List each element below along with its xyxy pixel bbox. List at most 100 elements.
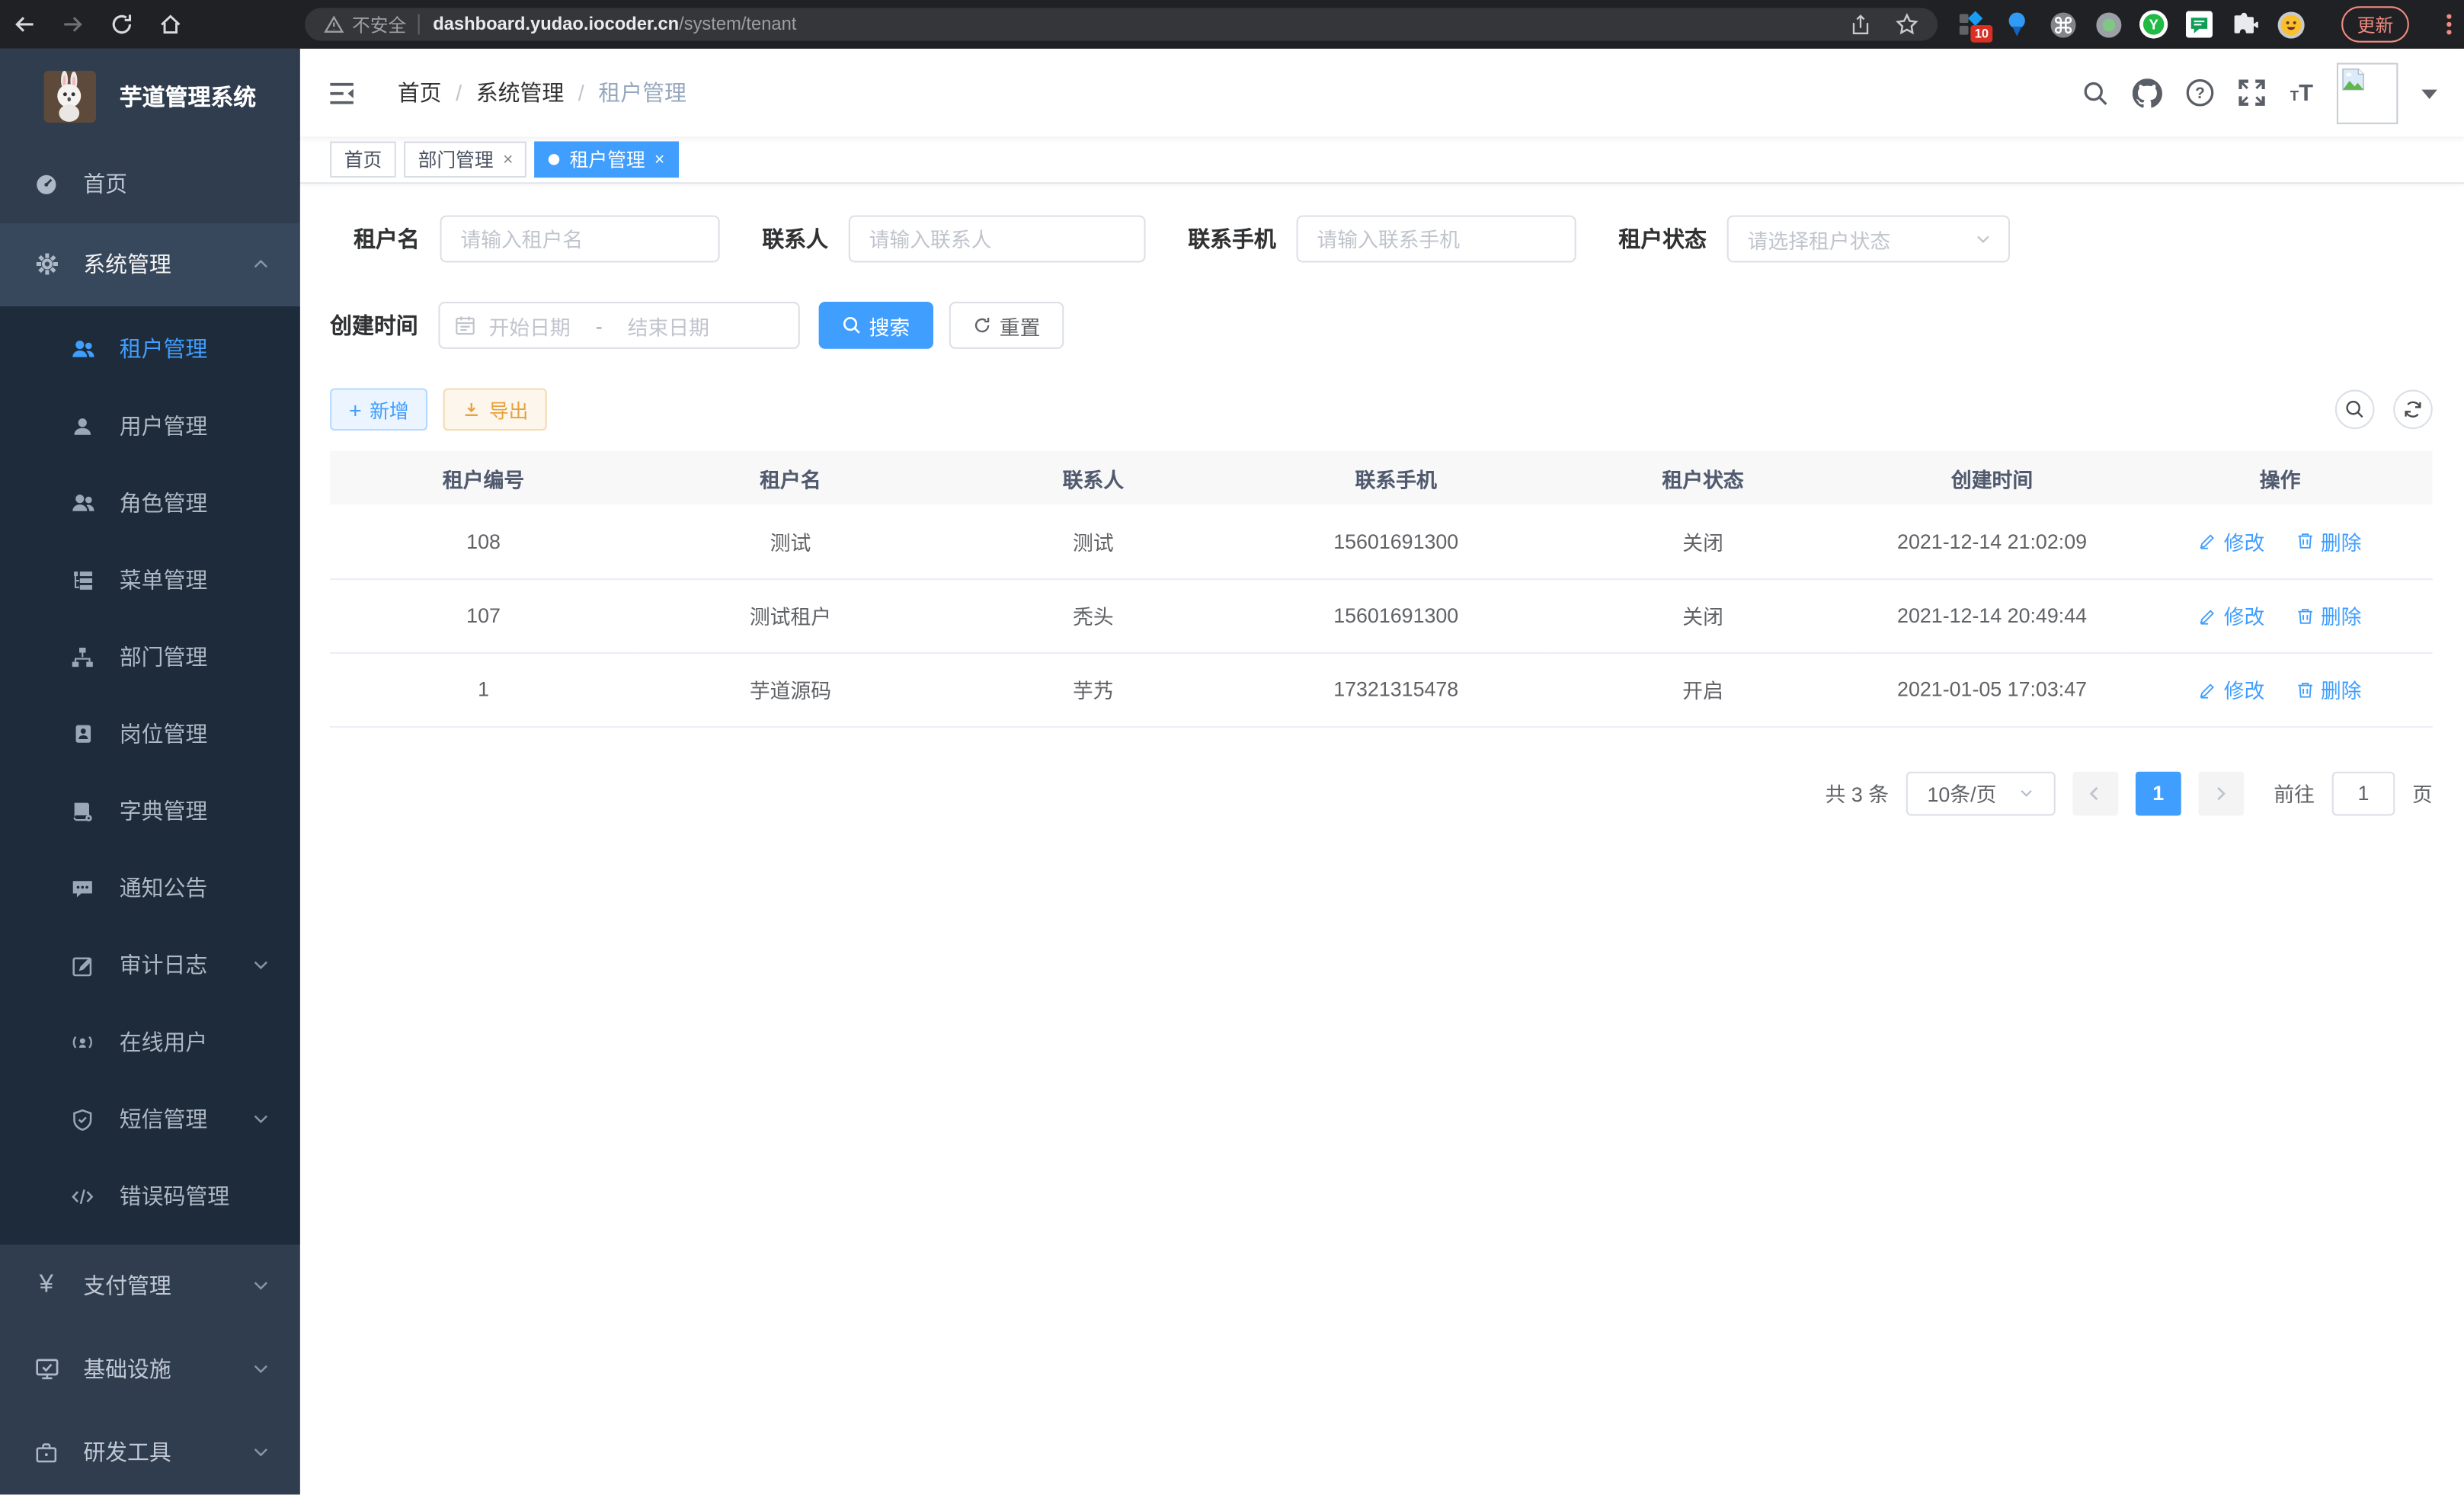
browser-toolbar: 不安全 dashboard.yudao.iocoder.cn/system/te… xyxy=(0,0,2464,49)
page-size-value: 10条/页 xyxy=(1927,778,1996,808)
table-refresh-button[interactable] xyxy=(2393,390,2433,430)
browser-menu-icon[interactable] xyxy=(2437,14,2461,35)
sidebar-item-infra[interactable]: 基础设施 xyxy=(0,1328,300,1411)
next-page-button[interactable] xyxy=(2198,771,2244,815)
breadcrumb-current: 租户管理 xyxy=(598,77,686,108)
close-icon[interactable]: × xyxy=(654,150,664,169)
avatar-dropdown-icon[interactable] xyxy=(2421,89,2437,107)
extension-5-icon[interactable]: Y xyxy=(2139,9,2168,39)
sidebar-item-system[interactable]: 系统管理 xyxy=(0,223,300,306)
extensions-puzzle-icon[interactable] xyxy=(2230,9,2260,39)
tenant-name-input[interactable] xyxy=(440,216,720,263)
delete-link[interactable]: 删除 xyxy=(2296,600,2362,630)
forward-icon[interactable] xyxy=(49,0,98,49)
sidebar-item-online[interactable]: 在线用户 xyxy=(0,1004,300,1081)
font-size-icon[interactable]: TT xyxy=(2290,81,2313,104)
sidebar-item-dict[interactable]: 字典管理 xyxy=(0,773,300,850)
pagination: 共 3 条 10条/页 1 前往 页 xyxy=(330,771,2433,815)
back-icon[interactable] xyxy=(0,0,49,49)
extension-3-icon[interactable] xyxy=(2047,9,2077,39)
menu-tree-icon xyxy=(69,569,96,593)
cell-tenant-name: 测试租户 xyxy=(637,578,944,652)
status-select[interactable]: 请选择租户状态 xyxy=(1727,216,2010,263)
reload-icon[interactable] xyxy=(98,0,146,49)
delete-label: 删除 xyxy=(2321,526,2362,555)
edit-icon xyxy=(2199,532,2218,551)
breadcrumb-system[interactable]: 系统管理 xyxy=(476,77,565,108)
trash-icon xyxy=(2296,532,2315,551)
extension-1-icon[interactable]: 10 xyxy=(1957,9,1986,39)
sidebar-item-notice[interactable]: 通知公告 xyxy=(0,850,300,927)
sidebar-item-devtools[interactable]: 研发工具 xyxy=(0,1411,300,1494)
active-dot xyxy=(549,154,560,165)
close-icon[interactable]: × xyxy=(503,150,513,169)
sidebar-item-errorcode[interactable]: 错误码管理 xyxy=(0,1158,300,1235)
sidebar-item-role[interactable]: 角色管理 xyxy=(0,465,300,542)
table-search-button[interactable] xyxy=(2335,390,2375,430)
page-number-1[interactable]: 1 xyxy=(2136,771,2181,815)
extension-6-icon[interactable] xyxy=(2184,9,2214,39)
briefcase-icon xyxy=(33,1441,59,1465)
breadcrumb-home[interactable]: 首页 xyxy=(398,77,442,108)
sidebar-fold-icon[interactable] xyxy=(321,72,363,114)
mobile-input[interactable] xyxy=(1297,216,1576,263)
fullscreen-icon[interactable] xyxy=(2238,78,2267,107)
edit-link[interactable]: 修改 xyxy=(2199,526,2265,555)
extension-4-icon[interactable] xyxy=(2093,9,2123,39)
url-bar[interactable]: 不安全 dashboard.yudao.iocoder.cn/system/te… xyxy=(305,8,1938,40)
github-icon[interactable] xyxy=(2133,78,2162,107)
date-range-picker[interactable]: 开始日期 - 结束日期 xyxy=(438,302,799,349)
contact-input[interactable] xyxy=(849,216,1146,263)
update-button[interactable]: 更新 xyxy=(2341,6,2409,42)
delete-link[interactable]: 删除 xyxy=(2296,674,2362,704)
sidebar-item-home[interactable]: 首页 xyxy=(0,146,300,222)
table-row: 1 芋道源码 芋艿 17321315478 开启 2021-01-05 17:0… xyxy=(330,652,2433,726)
sidebar-item-label: 角色管理 xyxy=(120,488,208,519)
edit-icon xyxy=(2199,606,2218,625)
export-button[interactable]: 导出 xyxy=(443,388,547,431)
app-logo[interactable]: 芋道管理系统 xyxy=(0,49,300,146)
extension-2-icon[interactable] xyxy=(2002,9,2032,39)
sidebar-item-tenant[interactable]: 租户管理 xyxy=(0,311,300,388)
share-icon[interactable] xyxy=(1850,14,1872,36)
table-row: 107 测试租户 秃头 15601691300 关闭 2021-12-14 20… xyxy=(330,578,2433,652)
search-label: 搜索 xyxy=(869,310,910,340)
reset-button[interactable]: 重置 xyxy=(949,302,1064,349)
code-icon xyxy=(69,1185,96,1208)
prev-page-button[interactable] xyxy=(2072,771,2118,815)
home-icon[interactable] xyxy=(146,0,195,49)
sidebar-item-pay[interactable]: ¥ 支付管理 xyxy=(0,1244,300,1327)
avatar[interactable] xyxy=(2337,62,2398,123)
tab-home[interactable]: 首页 xyxy=(330,142,396,178)
system-submenu: 租户管理 用户管理 角色管理 xyxy=(0,306,300,1244)
sidebar-item-audit[interactable]: 审计日志 xyxy=(0,927,300,1004)
sidebar-item-user[interactable]: 用户管理 xyxy=(0,388,300,465)
delete-link[interactable]: 删除 xyxy=(2296,526,2362,555)
reset-label: 重置 xyxy=(1000,310,1041,340)
col-actions: 操作 xyxy=(2128,451,2433,504)
sidebar-item-menu[interactable]: 菜单管理 xyxy=(0,542,300,619)
sidebar-item-dept[interactable]: 部门管理 xyxy=(0,619,300,696)
edit-link[interactable]: 修改 xyxy=(2199,674,2265,704)
search-button[interactable]: 搜索 xyxy=(819,302,934,349)
tab-tenant[interactable]: 租户管理 × xyxy=(535,142,679,178)
announcement-icon xyxy=(69,877,96,901)
header-search-icon[interactable] xyxy=(2082,79,2109,106)
help-icon[interactable]: ? xyxy=(2187,78,2215,107)
bookmark-star-icon[interactable] xyxy=(1895,13,1918,37)
chevron-down-icon xyxy=(251,1110,270,1129)
sidebar-item-sms[interactable]: 短信管理 xyxy=(0,1081,300,1158)
chevron-right-icon xyxy=(2212,783,2231,802)
chevron-down-icon xyxy=(1974,229,1993,248)
add-button[interactable]: + 新增 xyxy=(330,388,427,431)
tab-dept[interactable]: 部门管理 × xyxy=(404,142,527,178)
sidebar-item-label: 部门管理 xyxy=(120,642,208,673)
trash-icon xyxy=(2296,680,2315,699)
user-icon xyxy=(69,415,96,438)
edit-link[interactable]: 修改 xyxy=(2199,600,2265,630)
sidebar-item-post[interactable]: 岗位管理 xyxy=(0,696,300,773)
extension-emoji-icon[interactable] xyxy=(2276,9,2306,39)
page-size-select[interactable]: 10条/页 xyxy=(1906,771,2056,815)
org-chart-icon xyxy=(69,646,96,670)
goto-page-input[interactable] xyxy=(2332,771,2395,815)
